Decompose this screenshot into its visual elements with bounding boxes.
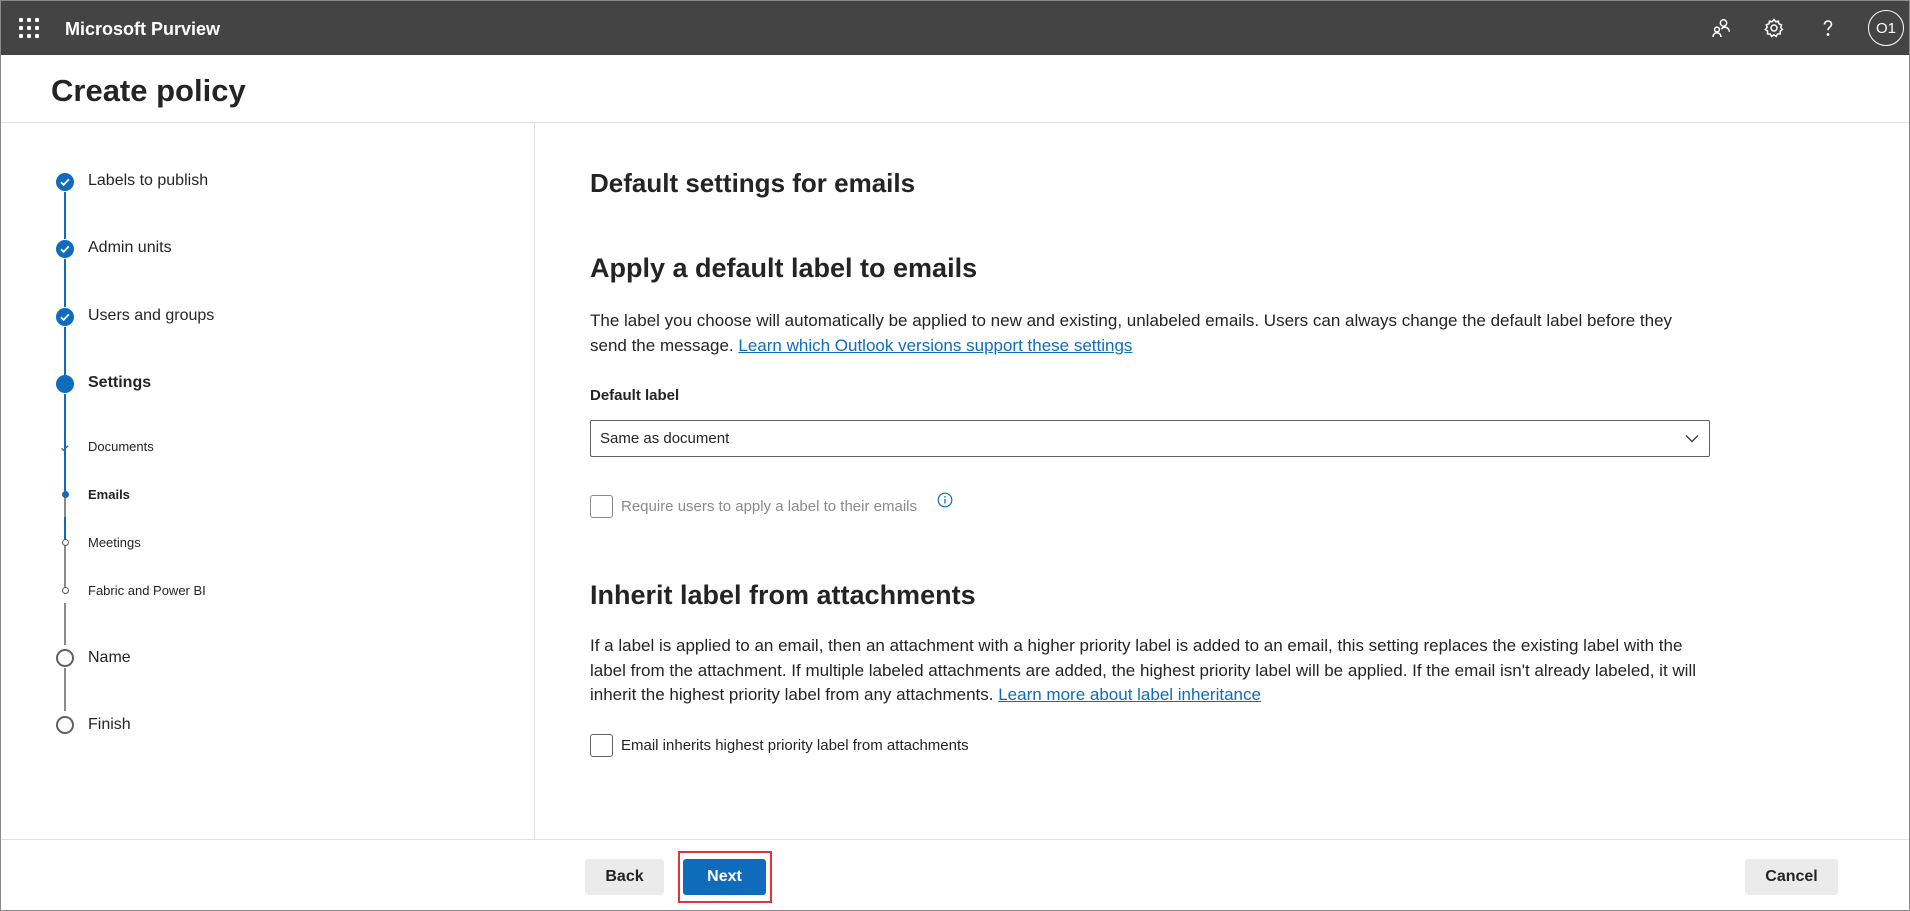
step-connector [64, 327, 66, 375]
pending-step-circle-icon [56, 649, 74, 667]
substep-check-icon [59, 441, 71, 453]
step-label: Finish [88, 716, 131, 733]
chevron-down-icon [1683, 429, 1701, 452]
app-frame: Microsoft Purview O1 Create policy Label… [0, 0, 1910, 911]
step-connector [64, 259, 66, 307]
cancel-button[interactable]: Cancel [1745, 859, 1838, 895]
app-launcher-icon[interactable] [19, 18, 39, 38]
substep-label: Emails [88, 487, 130, 502]
inherit-label-checkbox[interactable] [590, 734, 613, 757]
step-label: Admin units [88, 239, 172, 256]
section-heading: Default settings for emails [590, 168, 916, 198]
default-label-heading: Apply a default label to emails [590, 253, 978, 283]
step-label: Users and groups [88, 307, 215, 324]
gear-icon[interactable] [1759, 13, 1789, 43]
require-label-checkbox-label: Require users to apply a label to their … [621, 498, 917, 515]
default-label-dropdown[interactable]: Same as document [590, 420, 1710, 457]
current-substep-dot-icon [62, 491, 69, 498]
help-icon[interactable] [1813, 13, 1843, 43]
back-button[interactable]: Back [585, 859, 664, 895]
app-name[interactable]: Microsoft Purview [65, 19, 220, 40]
inherit-label-description: If a label is applied to an email, then … [590, 634, 1710, 708]
require-label-checkbox[interactable] [590, 495, 613, 518]
step-connector [64, 192, 66, 239]
substep-label: Meetings [88, 535, 141, 550]
step-connector [64, 668, 66, 711]
share-people-icon[interactable] [1706, 13, 1736, 43]
wizard-footer: Back Next Cancel [1, 839, 1909, 910]
current-step-dot-icon [56, 375, 74, 393]
page-title: Create policy [51, 73, 246, 108]
substep-label: Fabric and Power BI [88, 583, 206, 598]
outlook-versions-link[interactable]: Learn which Outlook versions support the… [738, 336, 1132, 355]
next-button[interactable]: Next [683, 859, 766, 895]
top-bar: Microsoft Purview O1 [1, 1, 1909, 55]
page-header: Create policy [1, 55, 1909, 123]
step-label: Name [88, 649, 131, 666]
step-label: Labels to publish [88, 172, 209, 189]
step-check-icon [56, 173, 74, 191]
wizard-stepper: Labels to publish Admin units Users and … [1, 123, 535, 839]
inherit-label-heading: Inherit label from attachments [590, 580, 976, 610]
default-label-description: The label you choose will automatically … [590, 309, 1710, 358]
default-label-field-label: Default label [590, 387, 680, 404]
pending-substep-dot-icon [62, 539, 69, 546]
substep-label: Documents [88, 439, 154, 454]
pending-substep-dot-icon [62, 587, 69, 594]
step-check-icon [56, 240, 74, 258]
inherit-label-checkbox-label: Email inherits highest priority label fr… [621, 737, 969, 754]
step-check-icon [56, 308, 74, 326]
pending-step-circle-icon [56, 716, 74, 734]
step-label: Settings [88, 374, 152, 391]
info-icon[interactable] [937, 492, 953, 508]
label-inheritance-link[interactable]: Learn more about label inheritance [998, 685, 1261, 704]
dropdown-value: Same as document [600, 430, 730, 447]
avatar[interactable]: O1 [1868, 10, 1904, 46]
step-connector [64, 603, 66, 645]
